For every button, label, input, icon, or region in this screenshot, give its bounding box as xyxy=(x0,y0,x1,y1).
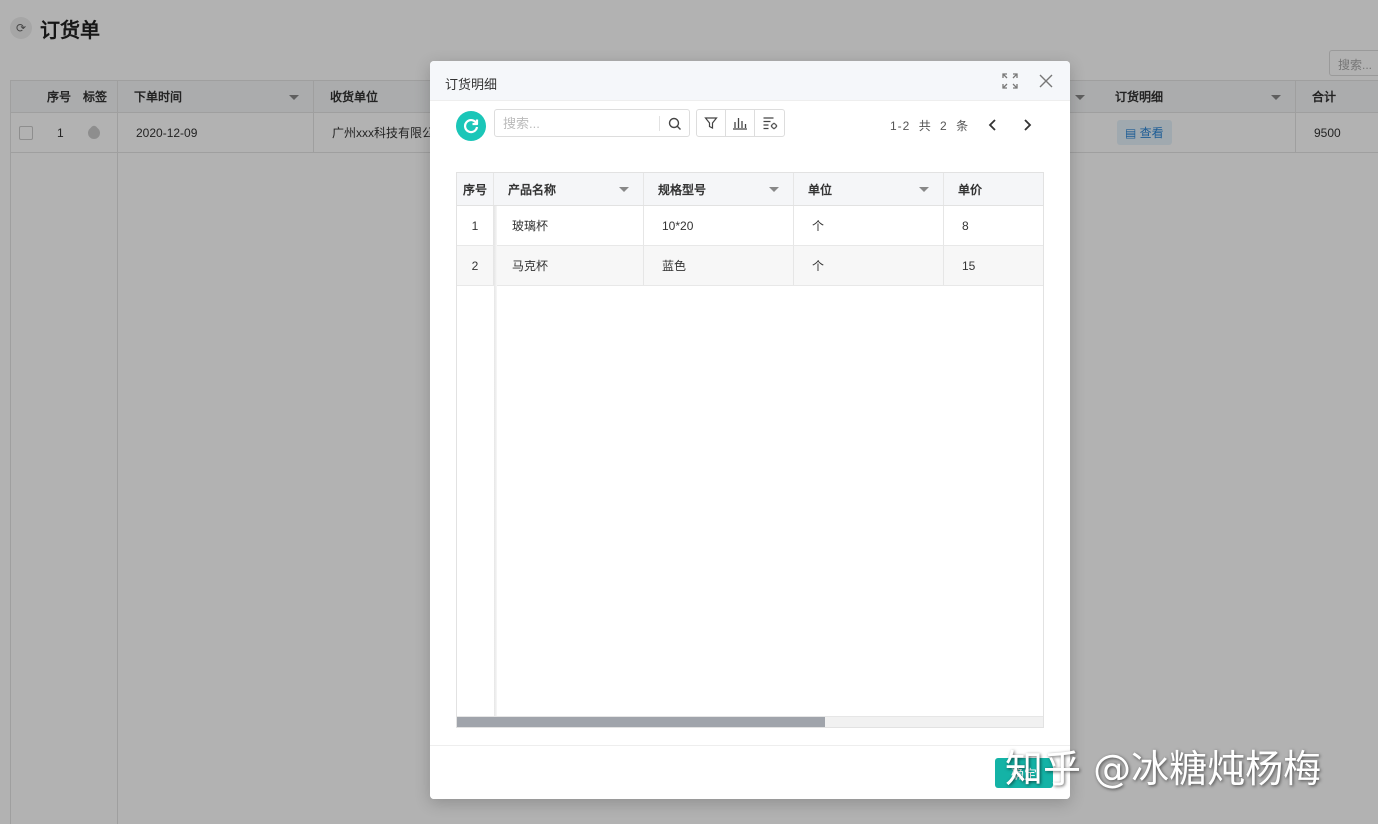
header-unit[interactable]: 单位 xyxy=(794,173,944,205)
header-spec-label: 规格型号 xyxy=(658,181,706,198)
row-product-name: 马克杯 xyxy=(494,246,644,285)
toolbar-group xyxy=(696,109,785,137)
pagination: 1-2 共 2 条 xyxy=(890,117,1035,133)
table-row[interactable]: 1 玻璃杯 10*20 个 8 xyxy=(457,206,1044,246)
scrollbar-thumb[interactable] xyxy=(457,717,825,728)
table-row[interactable]: 2 马克杯 蓝色 个 15 xyxy=(457,246,1044,286)
maximize-icon[interactable] xyxy=(1002,73,1018,89)
header-spec[interactable]: 规格型号 xyxy=(644,173,794,205)
chevron-left-icon xyxy=(988,119,998,131)
fixed-column-shadow xyxy=(494,206,497,716)
row-unit: 个 xyxy=(794,206,944,245)
detail-table: 序号 产品名称 规格型号 单位 单价 1 玻璃杯 10*20 个 8 xyxy=(456,172,1044,728)
refresh-button[interactable] xyxy=(456,111,486,141)
row-spec: 蓝色 xyxy=(644,246,794,285)
prev-page-button[interactable] xyxy=(985,117,1001,133)
modal-footer: 确定 xyxy=(430,745,1070,799)
row-index: 1 xyxy=(457,206,494,245)
chevron-right-icon xyxy=(1022,119,1032,131)
header-product-name[interactable]: 产品名称 xyxy=(494,173,644,205)
pager-total: 2 xyxy=(940,119,948,133)
bar-chart-icon xyxy=(732,116,748,130)
header-product-name-label: 产品名称 xyxy=(508,181,556,198)
row-index: 2 xyxy=(457,246,494,285)
chart-button[interactable] xyxy=(726,110,755,136)
row-price: 15 xyxy=(944,246,1044,285)
search-icon[interactable] xyxy=(667,116,683,132)
header-index: 序号 xyxy=(457,173,494,205)
next-page-button[interactable] xyxy=(1019,117,1035,133)
header-price-label: 单价 xyxy=(958,181,982,198)
detail-table-header: 序号 产品名称 规格型号 单位 单价 xyxy=(457,173,1044,206)
detail-search-input[interactable] xyxy=(495,110,658,136)
pagination-summary: 1-2 共 2 条 xyxy=(890,117,973,134)
pager-total-label: 共 xyxy=(919,119,932,133)
row-spec: 10*20 xyxy=(644,206,794,245)
filter-button[interactable] xyxy=(697,110,726,136)
refresh-icon xyxy=(462,117,480,135)
caret-down-icon[interactable] xyxy=(769,187,779,192)
filter-icon xyxy=(704,116,718,130)
detail-search-box xyxy=(494,109,690,137)
caret-down-icon[interactable] xyxy=(619,187,629,192)
modal-header: 订货明细 xyxy=(430,61,1070,101)
header-price[interactable]: 单价 xyxy=(944,173,1044,205)
header-unit-label: 单位 xyxy=(808,181,832,198)
column-settings-icon xyxy=(762,115,778,131)
watermark-text: 知乎 @冰糖炖杨梅 xyxy=(1005,738,1321,793)
pager-range: 1-2 xyxy=(890,119,910,133)
row-product-name: 玻璃杯 xyxy=(494,206,644,245)
pager-unit: 条 xyxy=(956,119,969,133)
row-unit: 个 xyxy=(794,246,944,285)
order-detail-modal: 订货明细 xyxy=(430,61,1070,799)
horizontal-scrollbar[interactable] xyxy=(457,716,1044,728)
modal-title: 订货明细 xyxy=(445,74,497,93)
caret-down-icon[interactable] xyxy=(919,187,929,192)
search-divider xyxy=(659,116,660,131)
column-settings-button[interactable] xyxy=(755,110,784,136)
close-icon[interactable] xyxy=(1038,73,1054,89)
row-price: 8 xyxy=(944,206,1044,245)
